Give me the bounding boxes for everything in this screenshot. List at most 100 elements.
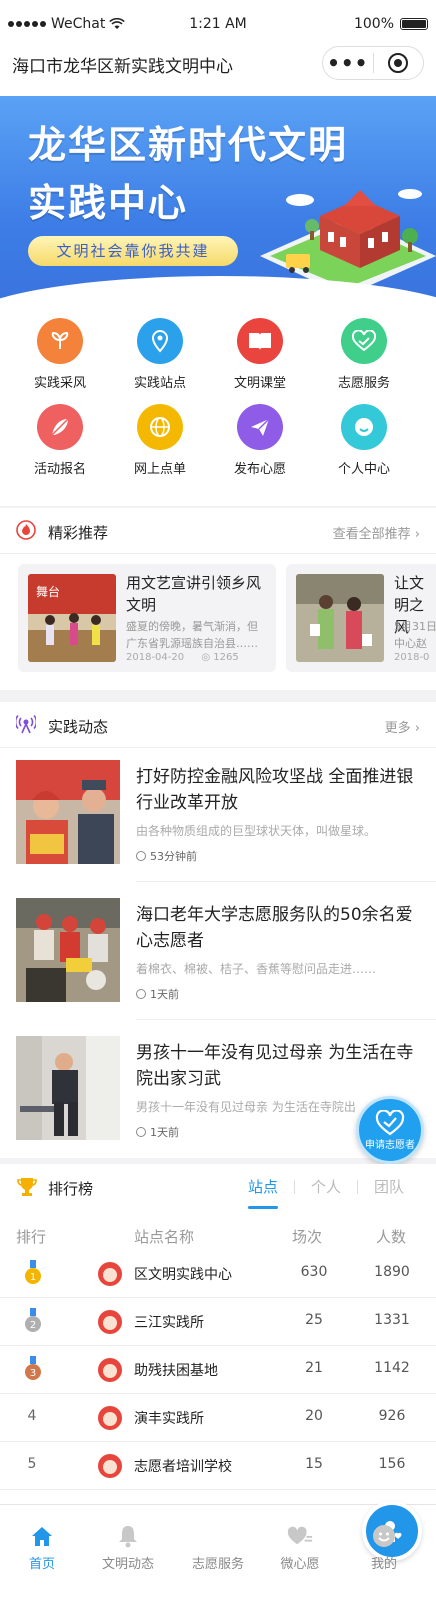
grid-item-practice-sites[interactable]: 实践站点 [110, 318, 210, 391]
banner-indicators[interactable] [0, 286, 436, 292]
signup-icon [37, 404, 83, 450]
tab-individual[interactable]: 个人 [295, 1176, 357, 1197]
view-all-recommend-link[interactable]: 查看全部推荐 › [333, 523, 420, 542]
news-image [16, 1036, 120, 1140]
tab-volunteer-service[interactable]: 志愿服务 [174, 1501, 422, 1572]
tab-micro-wish[interactable]: 微心愿 [260, 1523, 340, 1572]
ranking-row[interactable]: 1 区文明实践中心 630 1890 [0, 1250, 436, 1298]
clock-icon [136, 1127, 146, 1137]
trophy-icon [17, 1178, 37, 1196]
grid-label: 发布心愿 [233, 462, 286, 477]
ranking-table-header: 排行 站点名称 场次 人数 [0, 1226, 436, 1246]
indicator-dot[interactable] [199, 286, 205, 292]
battery-percent: 100% [353, 16, 394, 32]
battery: 100% [354, 16, 428, 32]
site-count: 156 [378, 1456, 406, 1472]
page-title: 海口市龙华区新实践文明中心 [12, 57, 233, 77]
grid-item-post-wish[interactable]: 发布心愿 [210, 404, 310, 477]
ranking-row[interactable]: 4 演丰实践所 20 926 [0, 1394, 436, 1442]
col-rank: 排行 [16, 1228, 47, 1246]
grid-item-personal-center[interactable]: 个人中心 [314, 404, 414, 477]
target-icon [388, 53, 409, 73]
tab-sites[interactable]: 站点 [232, 1176, 294, 1209]
recommend-card-date: 2018-04-20 [126, 652, 185, 663]
recommend-card-views: 1265 [213, 652, 239, 663]
grid-label: 个人中心 [337, 462, 390, 477]
profile-icon [371, 1523, 397, 1549]
apply-volunteer-button[interactable]: 申请志愿者 [356, 1096, 424, 1164]
news-item[interactable]: 海口老年大学志愿服务队的50余名爱心志愿者 着棉衣、棉被、桔子、香蕉等慰问品走进… [0, 880, 436, 1020]
recommend-card[interactable]: 让文明之风 5月31日中心赵 2018-0 [286, 564, 436, 672]
practice-more-link[interactable]: 更多 › [385, 717, 420, 736]
site-times: 630 [300, 1264, 328, 1280]
news-time: 53分钟前 [136, 848, 197, 864]
site-times: 25 [305, 1312, 323, 1328]
ranking-row[interactable]: 2 三江实践所 25 1331 [0, 1298, 436, 1346]
status-bar: WeChat 1:21 AM 100% [0, 0, 436, 50]
tab-home[interactable]: 首页 [2, 1523, 82, 1572]
nav-bar: 海口市龙华区新实践文明中心 ••• [0, 44, 436, 96]
tab-team[interactable]: 团队 [358, 1176, 420, 1197]
recommend-card[interactable]: 舞台 用文艺宣讲引领乡风文明 盛夏的傍晚，暑气渐消，但广东省乳源瑶族自治县…… … [18, 564, 276, 672]
recommend-thumbnail: 舞台 [28, 574, 116, 662]
wish-icon [287, 1523, 313, 1549]
svg-text:2: 2 [30, 1320, 36, 1331]
indicator-dot[interactable] [231, 286, 237, 292]
news-time: 1天前 [136, 1124, 179, 1140]
book-icon [237, 318, 283, 364]
grid-label: 文明课堂 [233, 376, 286, 391]
recommend-header: 精彩推荐 查看全部推荐 › [0, 508, 436, 554]
tab-civility-news[interactable]: 文明动态 [88, 1523, 168, 1572]
news-desc: 着棉衣、棉被、桔子、香蕉等慰问品走进…… [136, 962, 377, 976]
indicator-dot[interactable] [215, 286, 221, 292]
grid-item-event-signup[interactable]: 活动报名 [10, 404, 110, 477]
grid-item-civility-class[interactable]: 文明课堂 [210, 318, 310, 391]
avatar [98, 1406, 122, 1430]
site-count: 926 [378, 1408, 406, 1424]
clock-icon [136, 989, 146, 999]
news-desc: 由各种物质组成的巨型球状天体，叫做星球。 [136, 824, 377, 838]
banner[interactable]: 龙华区新时代文明 实践中心 文明社会靠你我共建 [0, 96, 436, 308]
recommend-card-meta: 2018-04-20 ◎ 1265 [126, 652, 268, 663]
site-name: 三江实践所 [134, 1315, 204, 1331]
news-title: 男孩十一年没有见过母亲 为生活在寺院出家习武 [136, 1043, 414, 1089]
site-times: 15 [305, 1456, 323, 1472]
recommend-card-desc: 5月31日中心赵 [394, 620, 436, 650]
ranking-header: 排行榜 站点 个人 团队 [0, 1164, 436, 1210]
grid-item-online-order[interactable]: 网上点单 [110, 404, 210, 477]
avatar [98, 1310, 122, 1334]
battery-icon [400, 18, 428, 30]
clock-icon [136, 851, 146, 861]
grid-item-volunteer-service[interactable]: 志愿服务 [314, 318, 414, 391]
tab-mine[interactable]: 我的 [344, 1523, 424, 1572]
flame-icon [16, 520, 36, 540]
eye-icon: ◎ [201, 652, 211, 663]
news-time-label: 1天前 [150, 1126, 179, 1139]
news-time-label: 53分钟前 [150, 850, 197, 863]
recommend-card-desc: 盛夏的傍晚，暑气渐消，但广东省乳源瑶族自治县…… [126, 620, 258, 650]
ranking-row[interactable]: 5 志愿者培训学校 15 156 [0, 1442, 436, 1490]
recommend-card-date: 2018-0 [394, 652, 430, 663]
site-name: 区文明实践中心 [134, 1267, 232, 1283]
rank-number: 4 [27, 1408, 37, 1424]
news-item[interactable]: 打好防控金融风险攻坚战 全面推进银行业改革开放 由各种物质组成的巨型球状天体，叫… [0, 742, 436, 882]
close-mini-program-button[interactable] [373, 53, 423, 73]
site-count: 1890 [374, 1264, 410, 1280]
tab-label: 志愿服务 [191, 1557, 244, 1572]
ranking-row[interactable]: 3 助残扶困基地 21 1142 [0, 1346, 436, 1394]
ranking-title: 排行榜 [48, 1180, 94, 1198]
broadcast-icon [16, 714, 36, 734]
tab-label: 我的 [370, 1557, 397, 1572]
site-times: 21 [305, 1360, 323, 1376]
site-name: 演丰实践所 [134, 1411, 204, 1427]
recommend-card-title: 用文艺宣讲引领乡风文明 [126, 574, 262, 614]
grid-item-practice-scenes[interactable]: 实践采风 [10, 318, 110, 391]
avatar [98, 1262, 122, 1286]
grid-label: 实践站点 [133, 376, 186, 391]
tab-label: 首页 [28, 1557, 55, 1572]
news-desc: 男孩十一年没有见过母亲 为生活在寺院出 [136, 1100, 356, 1114]
news-title: 打好防控金融风险攻坚战 全面推进银行业改革开放 [136, 767, 414, 813]
silver-medal-icon: 2 [25, 1308, 41, 1332]
more-button[interactable]: ••• [323, 51, 373, 75]
heart-icon [375, 1109, 405, 1135]
